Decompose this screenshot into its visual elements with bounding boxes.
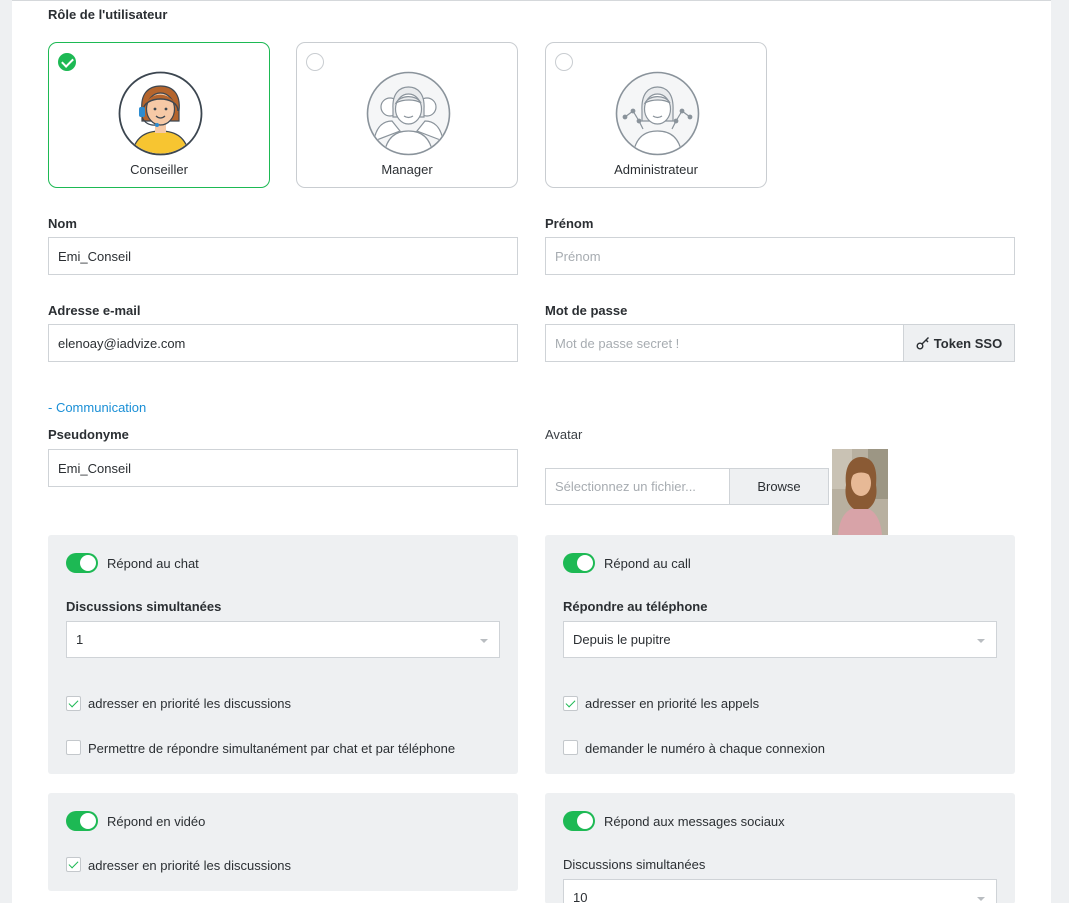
role-radio-administrateur[interactable] [555, 53, 573, 71]
social-simultaneous-select[interactable]: 10 [563, 879, 997, 903]
pseudonyme-input[interactable] [48, 449, 518, 487]
chat-toggle[interactable] [66, 553, 98, 573]
key-icon [916, 337, 929, 350]
chat-simultaneous-label: Discussions simultanées [66, 599, 222, 614]
ask-number-label: demander le numéro à chaque connexion [585, 741, 825, 756]
video-panel: Répond en vidéo adresser en priorité les… [48, 793, 518, 891]
social-toggle[interactable] [563, 811, 595, 831]
ask-number-checkbox[interactable] [563, 740, 578, 755]
chat-priority-label: adresser en priorité les discussions [88, 696, 292, 711]
role-section-title: Rôle de l'utilisateur [48, 7, 168, 22]
chevron-down-icon [480, 639, 488, 643]
chat-and-phone-checkbox[interactable] [66, 740, 81, 755]
user-form-page: Rôle de l'utilisateur Conseiller Manager… [12, 0, 1051, 903]
manager-avatar-icon [366, 71, 451, 156]
chat-simultaneous-select[interactable]: 1 [66, 621, 500, 658]
call-priority-checkbox[interactable] [563, 696, 578, 711]
prenom-input[interactable] [545, 237, 1015, 275]
role-radio-manager[interactable] [306, 53, 324, 71]
role-label-manager: Manager [381, 162, 433, 177]
call-toggle[interactable] [563, 553, 595, 573]
video-toggle-label: Répond en vidéo [107, 814, 206, 829]
video-priority-checkbox[interactable] [66, 857, 81, 872]
phone-answer-select[interactable]: Depuis le pupitre [563, 621, 997, 658]
pseudonyme-label: Pseudonyme [48, 427, 129, 442]
password-input[interactable] [545, 324, 905, 362]
chat-toggle-label: Répond au chat [107, 556, 199, 571]
role-label-administrateur: Administrateur [614, 162, 698, 177]
password-label: Mot de passe [545, 303, 628, 318]
email-input[interactable] [48, 324, 518, 362]
role-card-manager[interactable]: Manager [296, 42, 518, 188]
role-radio-conseiller[interactable] [58, 53, 76, 71]
chevron-down-icon [977, 897, 985, 901]
call-panel: Répond au call Répondre au téléphone Dep… [545, 535, 1015, 774]
advisor-avatar-icon [118, 71, 203, 156]
chevron-down-icon [977, 639, 985, 643]
role-label-conseiller: Conseiller [130, 162, 188, 177]
chat-and-phone-label: Permettre de répondre simultanément par … [88, 741, 456, 756]
video-toggle[interactable] [66, 811, 98, 831]
chat-panel: Répond au chat Discussions simultanées 1… [48, 535, 518, 774]
browse-button[interactable]: Browse [729, 468, 829, 505]
nom-label: Nom [48, 216, 77, 231]
token-sso-label: Token SSO [933, 335, 1003, 351]
social-toggle-label: Répond aux messages sociaux [604, 814, 785, 829]
nom-input[interactable] [48, 237, 518, 275]
token-sso-button[interactable]: Token SSO [903, 324, 1015, 362]
prenom-label: Prénom [545, 216, 594, 231]
call-priority-label: adresser en priorité les appels [585, 696, 760, 711]
admin-avatar-icon [615, 71, 700, 156]
avatar-photo [832, 449, 888, 535]
communication-link[interactable]: - Communication [48, 400, 146, 415]
call-toggle-label: Répond au call [604, 556, 691, 571]
email-label: Adresse e-mail [48, 303, 141, 318]
role-card-conseiller[interactable]: Conseiller [48, 42, 270, 188]
social-simultaneous-value: 10 [573, 890, 588, 903]
phone-answer-label: Répondre au téléphone [563, 599, 708, 614]
chat-simultaneous-value: 1 [76, 632, 84, 647]
video-priority-label: adresser en priorité les discussions [88, 858, 292, 873]
social-simultaneous-label: Discussions simultanées [563, 857, 706, 872]
avatar-file-input[interactable] [545, 468, 730, 505]
social-panel: Répond aux messages sociaux Discussions … [545, 793, 1015, 903]
chat-priority-checkbox[interactable] [66, 696, 81, 711]
role-card-administrateur[interactable]: Administrateur [545, 42, 767, 188]
phone-answer-value: Depuis le pupitre [573, 632, 671, 647]
avatar-label: Avatar [545, 427, 583, 442]
